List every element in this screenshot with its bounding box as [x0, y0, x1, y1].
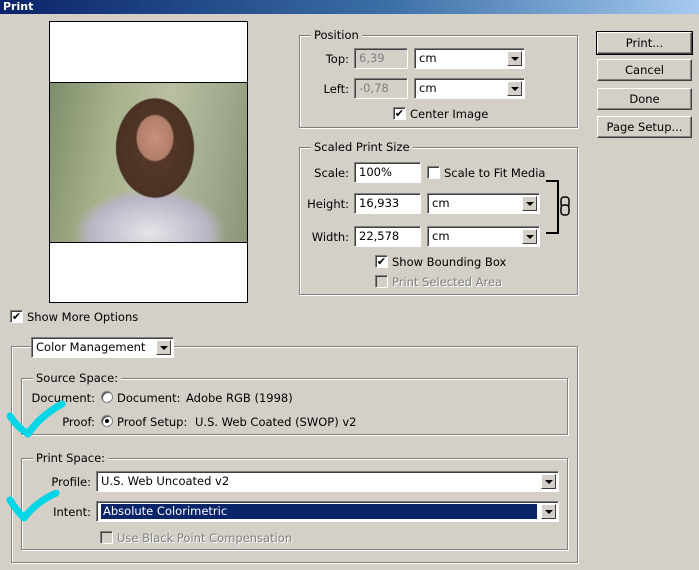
options-category-select[interactable]: Color Management [31, 337, 174, 358]
dropdown-arrow-icon[interactable] [507, 81, 522, 96]
height-label: Height: [307, 197, 349, 211]
center-image-label[interactable]: Center Image [410, 107, 488, 121]
scale-to-fit-label[interactable]: Scale to Fit Media [444, 166, 545, 180]
height-input[interactable]: 16,933 [354, 193, 421, 214]
top-input[interactable]: 6,39 [354, 48, 408, 69]
width-unit-select[interactable]: cm [427, 226, 540, 247]
print-preview-page [49, 21, 248, 303]
document-radio-label[interactable]: Document: [117, 391, 180, 405]
print-space-legend: Print Space: [33, 451, 109, 465]
document-profile-value: Adobe RGB (1998) [186, 391, 293, 405]
top-label: Top: [325, 52, 349, 66]
top-unit-value: cm [419, 51, 437, 65]
dropdown-arrow-icon[interactable] [507, 51, 522, 66]
show-more-options-checkbox[interactable]: ✔ [10, 310, 23, 323]
print-button[interactable]: Print... [596, 31, 693, 55]
scaled-print-size-legend: Scaled Print Size [311, 140, 413, 154]
height-unit-select[interactable]: cm [427, 193, 540, 214]
black-point-compensation-label: Use Black Point Compensation [117, 531, 293, 545]
width-label: Width: [311, 230, 349, 244]
proof-radio-dot [105, 419, 109, 423]
profile-label: Profile: [51, 475, 91, 489]
intent-value: Absolute Colorimetric [100, 503, 538, 520]
proof-profile-value: U.S. Web Coated (SWOP) v2 [195, 415, 357, 429]
checkmark-annotation-icon [6, 400, 66, 438]
checkmark-annotation-icon [6, 490, 60, 522]
options-category-value: Color Management [36, 340, 146, 354]
center-image-checkbox[interactable]: ✔ [393, 107, 406, 120]
left-unit-select[interactable]: cm [414, 78, 525, 99]
cancel-button[interactable]: Cancel [597, 59, 692, 81]
chain-link-icon[interactable] [544, 178, 574, 236]
dropdown-arrow-icon[interactable] [541, 474, 556, 489]
proof-radio-label[interactable]: Proof Setup: [117, 415, 187, 429]
height-unit-value: cm [432, 196, 450, 210]
source-space-legend: Source Space: [33, 371, 122, 385]
scale-label: Scale: [314, 166, 349, 180]
width-input[interactable]: 22,578 [354, 226, 421, 247]
scale-to-fit-checkbox[interactable] [427, 166, 440, 179]
black-point-compensation-checkbox[interactable] [100, 531, 113, 544]
left-unit-value: cm [419, 81, 437, 95]
width-unit-value: cm [432, 229, 450, 243]
position-legend: Position [311, 28, 362, 42]
profile-select[interactable]: U.S. Web Uncoated v2 [96, 471, 559, 492]
left-input[interactable]: -0,78 [354, 78, 408, 99]
dropdown-arrow-icon[interactable] [541, 504, 556, 519]
dropdown-arrow-icon[interactable] [522, 229, 537, 244]
print-selected-area-label: Print Selected Area [392, 275, 503, 289]
intent-select[interactable]: Absolute Colorimetric [96, 501, 559, 522]
show-bounding-box-label[interactable]: Show Bounding Box [392, 255, 506, 269]
scale-input[interactable]: 100% [354, 162, 421, 183]
show-bounding-box-checkbox[interactable]: ✔ [375, 255, 388, 268]
show-more-options-label[interactable]: Show More Options [27, 310, 138, 324]
document-radio[interactable] [101, 391, 113, 403]
done-button[interactable]: Done [597, 88, 692, 110]
page-setup-button[interactable]: Page Setup... [597, 116, 692, 138]
top-unit-select[interactable]: cm [414, 48, 525, 69]
dropdown-arrow-icon[interactable] [156, 340, 171, 355]
left-label: Left: [323, 82, 349, 96]
preview-image [50, 82, 247, 243]
proof-radio[interactable] [101, 415, 113, 427]
dropdown-arrow-icon[interactable] [522, 196, 537, 211]
window-title: Print [0, 0, 699, 14]
print-selected-area-checkbox[interactable] [375, 275, 388, 288]
profile-value: U.S. Web Uncoated v2 [101, 474, 230, 488]
